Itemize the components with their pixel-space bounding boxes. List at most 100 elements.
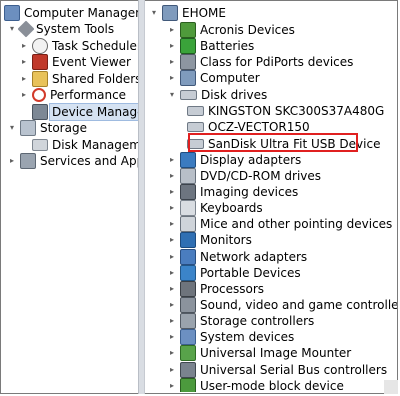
expand-arrow-icon[interactable]: ▸	[167, 332, 177, 342]
disk-drive-icon	[180, 90, 197, 100]
device-tree-item[interactable]: ▸ Processors	[167, 281, 264, 297]
device-tree-item[interactable]: ▸ Imaging devices	[167, 184, 298, 200]
resize-grip[interactable]	[384, 380, 398, 394]
expand-arrow-icon[interactable]: ▸	[167, 171, 177, 181]
event-log-icon	[32, 54, 48, 70]
device-tree-item[interactable]: ▸ User-mode block device	[167, 378, 344, 392]
device-tree-item[interactable]: ▸ Storage controllers	[167, 313, 314, 329]
disk-icon	[32, 139, 48, 151]
tree-item-event-viewer[interactable]: ▸ Event Viewer	[19, 54, 131, 70]
tree-item-performance[interactable]: ▸ Performance	[19, 87, 126, 103]
console-tree-pane[interactable]: Computer Management ▾ System Tools ▸ Tas…	[2, 2, 138, 392]
collapse-arrow-icon[interactable]: ▾	[167, 90, 177, 100]
device-tree-item-label: Class for PdiPorts devices	[200, 55, 354, 69]
device-tree-item[interactable]: ▸ Display adapters	[167, 152, 301, 168]
expand-arrow-icon[interactable]: ▸	[167, 57, 177, 67]
device-tree-item-label: Universal Image Mounter	[200, 346, 352, 360]
expand-arrow-icon[interactable]: ▸	[167, 268, 177, 278]
expand-arrow-icon[interactable]: ▸	[167, 252, 177, 262]
keyboard-icon	[180, 200, 196, 216]
storage-controller-icon	[180, 313, 196, 329]
disk-drive-icon	[187, 106, 204, 116]
pane-splitter[interactable]	[138, 0, 145, 394]
tree-item-label: Storage	[40, 121, 87, 135]
tree-item-disk-management[interactable]: Disk Management	[32, 137, 138, 153]
collapse-arrow-icon[interactable]: ▾	[7, 123, 17, 133]
expand-arrow-icon[interactable]: ▸	[167, 381, 177, 391]
expand-arrow-icon[interactable]: ▸	[167, 155, 177, 165]
device-tree-item[interactable]: ▸ Sound, video and game controllers	[167, 297, 397, 313]
device-tree-pane[interactable]: ▾ EHOME ▸ Acronis Devices ▸ Batteries ▸ Class…	[145, 2, 397, 392]
computer-icon	[180, 70, 196, 86]
camera-icon	[180, 184, 196, 200]
expand-arrow-icon[interactable]: ▸	[19, 74, 29, 84]
expand-arrow-icon[interactable]: ▸	[167, 25, 177, 35]
expand-arrow-icon[interactable]: ▸	[167, 41, 177, 51]
expand-arrow-icon[interactable]: ▸	[167, 284, 177, 294]
tree-item-label: Services and Applicati	[40, 154, 138, 168]
tree-item-label: Computer Management	[24, 6, 138, 20]
expand-arrow-icon[interactable]: ▸	[167, 235, 177, 245]
tree-item-task-scheduler[interactable]: ▸ Task Scheduler	[19, 38, 138, 54]
device-tree-item[interactable]: ▸ Universal Serial Bus controllers	[167, 362, 387, 378]
device-tree-item[interactable]: ▸ Class for PdiPorts devices	[167, 54, 353, 70]
tools-icon	[17, 20, 35, 38]
dvd-icon	[180, 168, 196, 184]
tree-item-computer-management[interactable]: Computer Management	[4, 5, 138, 21]
expand-arrow-icon[interactable]: ▸	[19, 57, 29, 67]
battery-icon	[180, 38, 196, 54]
device-tree-item[interactable]: ▸ Acronis Devices	[167, 22, 295, 38]
device-tree-item-label: Storage controllers	[200, 314, 315, 328]
port-icon	[180, 54, 196, 70]
mouse-icon	[180, 216, 196, 232]
tree-item-shared-folders[interactable]: ▸ Shared Folders	[19, 71, 138, 87]
expand-arrow-icon[interactable]: ▸	[167, 219, 177, 229]
clock-icon	[32, 38, 48, 54]
expand-arrow-icon[interactable]: ▸	[19, 90, 29, 100]
expand-arrow-icon[interactable]: ▸	[167, 365, 177, 375]
device-manager-icon	[32, 104, 48, 120]
expand-arrow-icon[interactable]: ▸	[167, 203, 177, 213]
expand-arrow-icon[interactable]: ▸	[167, 187, 177, 197]
system-device-icon	[180, 329, 196, 345]
device-tree-item[interactable]: ▸ Batteries	[167, 38, 254, 54]
device-tree-item-label: Processors	[200, 282, 265, 296]
device-tree-item-label: System devices	[200, 330, 295, 344]
device-tree-item[interactable]: ▸ Universal Image Mounter	[167, 345, 351, 361]
services-icon	[20, 153, 36, 169]
expand-arrow-icon[interactable]: ▸	[167, 73, 177, 83]
performance-icon	[32, 88, 46, 102]
collapse-arrow-icon[interactable]: ▾	[7, 24, 17, 34]
device-tree-item[interactable]: ▸ Mice and other pointing devices	[167, 216, 392, 232]
portable-device-icon	[180, 265, 196, 281]
device-tree-item[interactable]: ▸ Monitors	[167, 232, 252, 248]
device-tree-item[interactable]: ▸ Portable Devices	[167, 265, 301, 281]
monitor-icon	[180, 232, 196, 248]
tree-item-services-and-applications[interactable]: ▸ Services and Applicati	[7, 153, 138, 169]
tree-item-storage[interactable]: ▾ Storage	[7, 120, 87, 136]
shared-folder-icon	[32, 71, 48, 87]
device-tree-item[interactable]: ▸ DVD/CD-ROM drives	[167, 168, 321, 184]
tree-item-label: Event Viewer	[52, 55, 131, 69]
device-tree-item[interactable]: ▾ Disk drives	[167, 87, 267, 103]
device-tree-item-label: Sound, video and game controllers	[200, 298, 397, 312]
device-tree-item[interactable]: ▸ System devices	[167, 329, 294, 345]
image-mounter-icon	[180, 345, 196, 361]
expand-arrow-icon[interactable]: ▸	[7, 156, 17, 166]
device-tree-item-label: Display adapters	[200, 153, 302, 167]
device-tree-root[interactable]: ▾ EHOME	[149, 5, 226, 21]
expand-arrow-icon[interactable]: ▸	[19, 41, 29, 51]
device-tree-item-label: Imaging devices	[200, 185, 299, 199]
device-tree-item-label: Disk drives	[201, 88, 268, 102]
tree-item-device-manager[interactable]: Device Manager	[32, 103, 138, 121]
expand-arrow-icon[interactable]: ▸	[167, 316, 177, 326]
device-tree-item[interactable]: KINGSTON SKC300S37A480G	[187, 103, 384, 119]
collapse-arrow-icon[interactable]: ▾	[149, 8, 159, 18]
device-tree-item[interactable]: ▸ Keyboards	[167, 200, 263, 216]
expand-arrow-icon[interactable]: ▸	[167, 348, 177, 358]
device-tree-item[interactable]: ▸ Network adapters	[167, 249, 307, 265]
expand-arrow-icon[interactable]: ▸	[167, 300, 177, 310]
device-tree-item-label: Batteries	[200, 39, 255, 53]
device-tree-item[interactable]: ▸ Computer	[167, 70, 260, 86]
tree-item-system-tools[interactable]: ▾ System Tools	[7, 20, 114, 38]
